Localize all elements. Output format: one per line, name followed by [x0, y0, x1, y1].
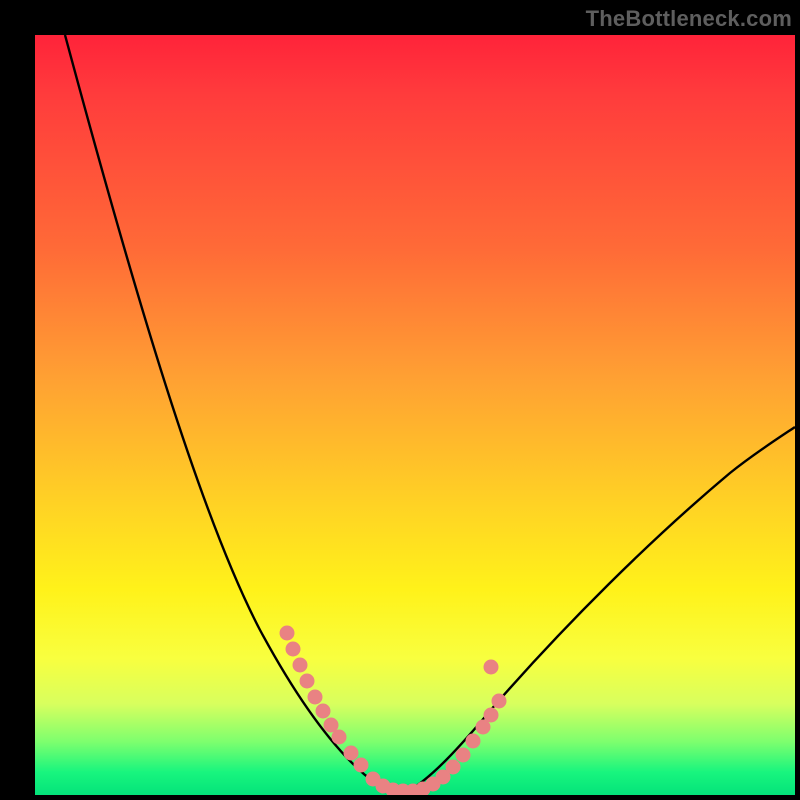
chart-frame: [35, 35, 795, 795]
scatter-markers-group: [280, 626, 506, 795]
watermark-text: TheBottleneck.com: [586, 6, 792, 32]
bottleneck-right-curve: [405, 427, 795, 793]
chart-curves-layer: [35, 35, 795, 795]
bottleneck-left-curve: [65, 35, 405, 793]
